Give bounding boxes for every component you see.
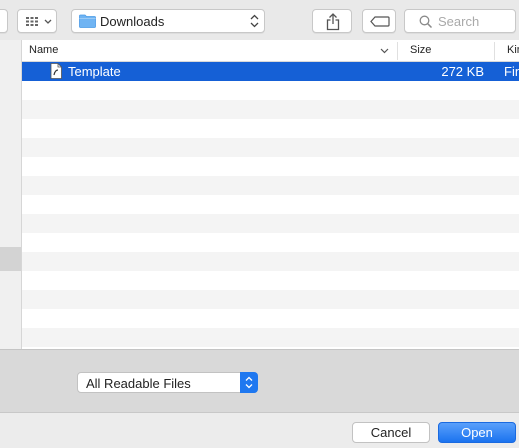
document-icon [50,63,62,79]
empty-row [22,100,519,119]
back-button[interactable] [0,9,8,33]
search-field[interactable]: Search [404,9,516,33]
column-divider[interactable] [397,42,398,60]
list-header: Name Size Kin [22,40,519,62]
empty-row [22,290,519,309]
empty-row [22,195,519,214]
column-header-size[interactable]: Size [410,44,431,56]
sidebar[interactable] [0,40,22,349]
column-header-kind[interactable]: Kin [507,44,519,56]
empty-row [22,176,519,195]
search-icon [419,15,433,29]
up-down-chevron-icon [245,376,253,389]
file-list[interactable]: Name Size Kin Template 272 KB Fin [22,40,519,349]
toolbar: Downloads Search [0,0,519,40]
empty-row [22,138,519,157]
tag-icon [370,16,390,27]
dialog-footer: Cancel Open [0,412,519,448]
file-kind: Fin [504,64,519,79]
empty-row [22,81,519,100]
empty-row [22,309,519,328]
sort-chevron-icon [380,48,389,54]
view-options-button[interactable] [17,9,57,33]
chevron-down-icon [44,19,52,24]
share-button[interactable] [312,9,352,33]
empty-row [22,214,519,233]
location-label: Downloads [100,14,165,29]
sidebar-selected-item[interactable] [0,247,21,271]
list-rows: Template 272 KB Fin [22,62,519,349]
search-placeholder: Search [438,14,480,29]
open-button[interactable]: Open [438,422,516,443]
empty-row [22,252,519,271]
file-row-template[interactable]: Template 272 KB Fin [22,62,519,81]
accessory-panel: All Readable Files [0,349,519,412]
empty-row [22,233,519,252]
popup-stepper[interactable] [240,372,258,393]
share-icon [326,13,340,31]
column-header-name[interactable]: Name [29,44,58,56]
cancel-button[interactable]: Cancel [352,422,430,443]
column-divider[interactable] [494,42,495,60]
up-down-chevron-icon [250,14,259,28]
empty-row [22,328,519,347]
folder-icon [79,14,96,28]
file-format-label: All Readable Files [86,376,191,391]
file-name: Template [68,64,121,79]
file-size: 272 KB [441,64,484,79]
tag-button[interactable] [362,9,396,33]
file-format-popup[interactable]: All Readable Files [77,372,258,393]
grid-view-icon [26,17,38,26]
empty-row [22,119,519,138]
empty-row [22,157,519,176]
location-popup[interactable]: Downloads [71,9,265,33]
empty-row [22,271,519,290]
